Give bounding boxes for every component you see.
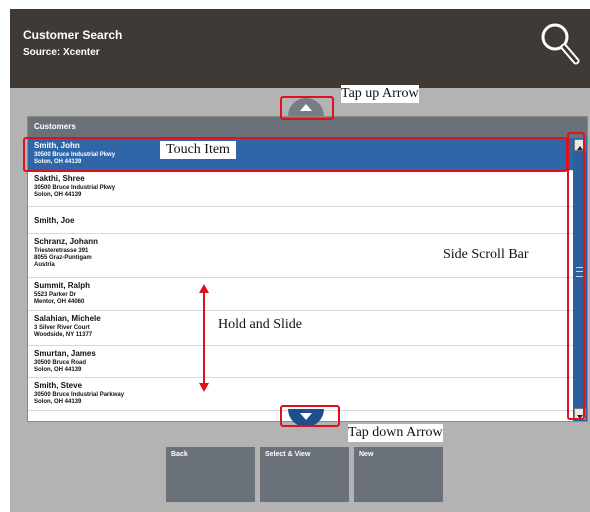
source-label: Source: Xcenter: [23, 47, 100, 58]
list-header-label: Customers: [34, 122, 76, 131]
tap-down-highlight: [280, 405, 340, 427]
callout-side-scroll: Side Scroll Bar: [443, 246, 529, 264]
customer-name: Sakthi, Shree: [34, 174, 85, 183]
customer-address-line: 30500 Bruce Industrial Parkway: [34, 392, 125, 398]
callout-tap-up: Tap up Arrow: [341, 85, 419, 103]
customer-name: Smurtan, James: [34, 349, 96, 358]
customer-name: Schranz, Johann: [34, 237, 99, 246]
customer-address-line: Mentor, OH 44060: [34, 299, 85, 305]
customer-address-line: 3 Silver River Court: [34, 325, 90, 331]
callout-touch-item: Touch Item: [160, 141, 236, 159]
customer-address-line: 30500 Bruce Road: [34, 360, 87, 366]
list-header: Customers: [28, 117, 587, 138]
customer-address-line: 5523 Parker Dr: [34, 292, 77, 298]
back-button-label: Back: [171, 451, 188, 458]
customer-row[interactable]: Summit, Ralph 5523 Parker Dr Mentor, OH 44…: [28, 278, 573, 311]
customer-name: Salahian, Michele: [34, 314, 101, 323]
customer-row[interactable]: Smith, Joe: [28, 207, 573, 234]
customer-row[interactable]: Smurtan, James 30500 Bruce Road Solon, OH …: [28, 346, 573, 378]
customer-name: Smith, Joe: [34, 216, 75, 225]
scrollbar-highlight: [567, 132, 585, 420]
vertical-double-arrow-icon: [199, 284, 209, 392]
touch-item-highlight: [23, 137, 568, 172]
customer-address-line: Solon, OH 44139: [34, 192, 82, 198]
customer-name: Smith, Steve: [34, 381, 83, 390]
customer-address-line: Solon, OH 44139: [34, 367, 82, 373]
search-button[interactable]: [538, 20, 582, 66]
customer-name: Summit, Ralph: [34, 281, 91, 290]
back-button[interactable]: Back: [166, 447, 255, 502]
callout-tap-down: Tap down Arrow: [348, 424, 443, 442]
customer-address-line: Woodside, NY 11377: [34, 332, 93, 338]
search-icon: [541, 23, 580, 65]
select-and-view-button-label: Select & View: [265, 451, 311, 458]
callout-hold-slide: Hold and Slide: [218, 316, 302, 334]
select-and-view-button[interactable]: Select & View: [260, 447, 349, 502]
new-button[interactable]: New: [354, 447, 443, 502]
new-button-label: New: [359, 451, 374, 458]
customer-row[interactable]: Sakthi, Shree 30500 Bruce Industrial Pkwy…: [28, 171, 573, 207]
customer-rows[interactable]: Smith, John 30500 Bruce Industrial Pkwy So…: [28, 138, 573, 421]
page-title: Customer Search: [23, 28, 123, 42]
tap-up-highlight: [280, 96, 334, 120]
header-bar: Customer Search Source: Xcenter: [10, 9, 590, 88]
customer-address-line: 30500 Bruce Industrial Pkwy: [34, 185, 116, 191]
